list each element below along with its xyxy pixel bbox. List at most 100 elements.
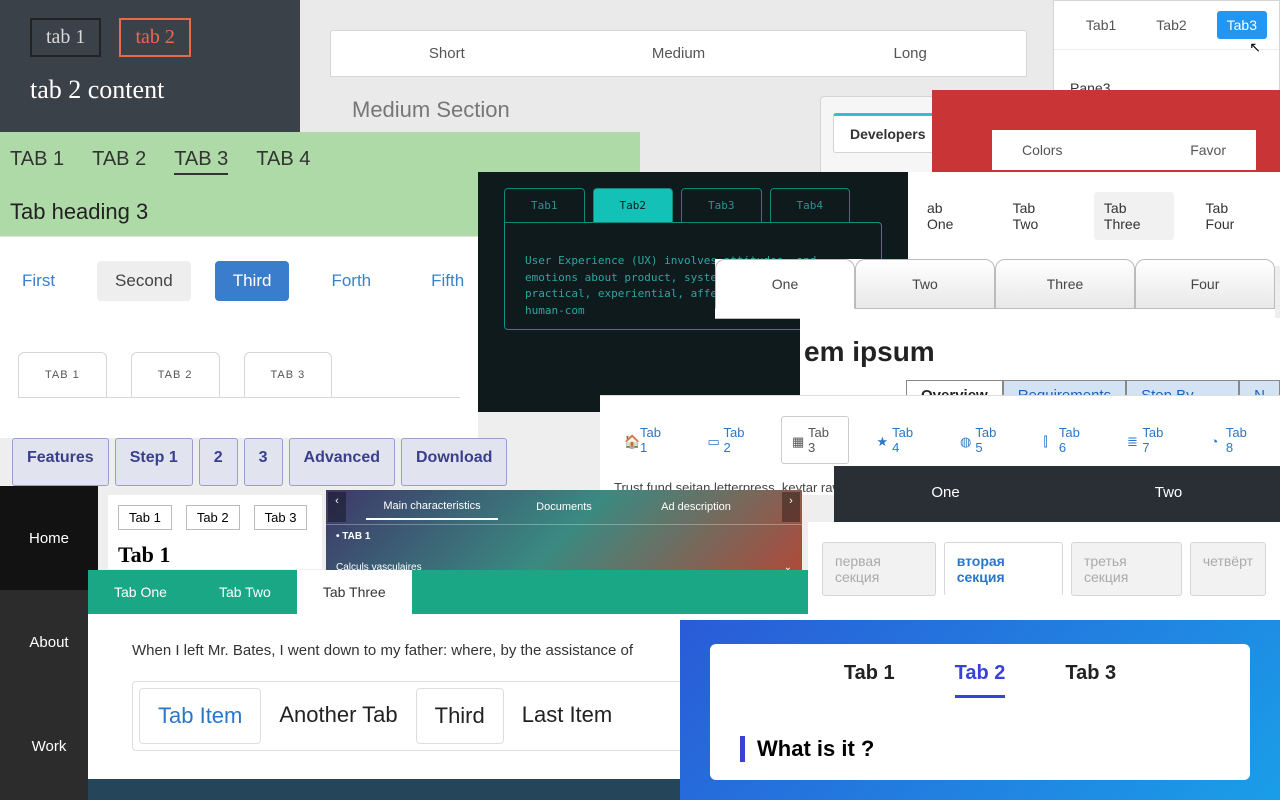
tab[interactable]: TAB 3 [174,148,228,175]
tab[interactable]: TAB 1 [18,352,107,398]
tab[interactable]: TAB 4 [256,148,310,175]
star-icon: ★ [877,434,889,446]
tab[interactable]: Tab One [88,570,193,614]
tab[interactable]: Tab 2 [955,662,1006,698]
tab-step1[interactable]: Step 1 [115,438,193,486]
tab[interactable]: Another Tab [261,688,415,744]
tab[interactable]: Two [855,259,995,309]
tab-advanced[interactable]: Advanced [289,438,395,486]
heading: em ipsum [804,336,1280,368]
tab[interactable]: Tab1 [1076,11,1126,39]
tab-download[interactable]: Download [401,438,507,486]
tab[interactable]: Tab Two [1003,192,1072,240]
vertical-nav: Home About Work [0,486,98,800]
tab-step3[interactable]: 3 [244,438,283,486]
panel-russian: первая секция вторая секция третья секци… [808,522,1280,632]
nav-home[interactable]: Home [0,486,98,590]
tab[interactable]: Tab 3 [1065,662,1116,698]
nav-about[interactable]: About [0,590,98,694]
panel-dark-slate: tab 1 tab 2 tab 2 content [0,0,300,134]
pie-icon: ◔ [1211,434,1222,446]
panel-tab-one-four: ab One Tab Two Tab Three Tab Four Ut eni… [905,172,1280,266]
tab[interactable]: ▭Tab 2 [698,417,764,463]
tab[interactable]: TAB 1 [10,148,64,175]
tab[interactable]: Tab Three [1094,192,1174,240]
tab-content: When I left Mr. Bates, I went down to my… [132,642,764,659]
tab[interactable]: Tab 2 [186,505,240,530]
tab[interactable]: вторая секция [944,542,1063,596]
tab[interactable]: Last Item [504,688,630,744]
panel-overview: em ipsum Overview Requirements Step By S… [800,318,1280,404]
tab[interactable]: Tab 1 [844,662,895,698]
panel-small-plain: Tab 1 Tab 2 Tab 3 Tab 1 [108,495,322,569]
tab-long[interactable]: Long [794,31,1026,76]
tab[interactable]: Tab 3 [254,505,308,530]
tab[interactable]: One [715,259,855,309]
panel-red-colors: Colors Favor [932,90,1280,172]
tab[interactable]: TAB 2 [131,352,220,398]
tab[interactable]: первая секция [822,542,936,596]
tab[interactable]: Tab1 [504,188,585,223]
tab[interactable]: Documents [498,495,630,519]
tab[interactable]: ★Tab 4 [867,417,933,463]
tab[interactable]: Main characteristics [366,494,498,520]
tab[interactable]: Third [215,261,290,301]
tab[interactable]: Two [1057,466,1280,522]
tab[interactable]: 🏠Tab 1 [614,417,680,463]
tab[interactable]: tab 2 [119,18,190,57]
tab[interactable]: TAB 3 [244,352,333,398]
tab[interactable]: Tab3 [681,188,762,223]
tab-favorites[interactable]: Favor [1190,142,1226,158]
tab[interactable]: Tab Item [139,688,261,744]
tab[interactable]: четвёрт [1190,542,1266,596]
tab[interactable]: ▦Tab 3 [781,416,849,464]
heading: What is it ? [740,736,1220,762]
window-icon: ▭ [708,434,720,446]
section-label: • TAB 1 [326,525,802,548]
globe-icon: ◍ [960,434,971,446]
tab[interactable]: Tab4 [770,188,851,223]
tab[interactable]: Tab2 [1146,11,1196,39]
tab[interactable]: ⫿Tab 6 [1034,417,1100,463]
list-icon: ≣ [1127,434,1138,446]
panel-plain-boxes: TAB 1 TAB 2 TAB 3 [0,318,478,438]
panel-pills: First Second Third Forth Fifth Sixth [0,236,478,318]
tab-short[interactable]: Short [331,31,563,76]
tab[interactable]: третья секция [1071,542,1182,596]
tab-content: tab 2 content [30,75,270,105]
tab[interactable]: Four [1135,259,1275,309]
tab[interactable]: Forth [313,261,389,301]
tab-developers[interactable]: Developers [833,113,942,153]
panel-folder-tabs: One Two Three Four [715,259,1275,319]
tab-features[interactable]: Features [12,438,109,486]
tab[interactable]: tab 1 [30,18,101,57]
tab[interactable]: ◔Tab 8 [1201,417,1267,463]
tab[interactable]: ≣Tab 7 [1117,417,1183,463]
tab[interactable]: Third [416,688,504,744]
tab-medium[interactable]: Medium [563,31,795,76]
tab[interactable]: ab One [917,192,981,240]
tab-step2[interactable]: 2 [199,438,238,486]
tab[interactable]: Tab Four [1196,192,1268,240]
tab[interactable]: Tab Two [193,570,297,614]
tab[interactable]: Tab Three [297,570,412,614]
calendar-icon: ▦ [792,434,804,446]
tab[interactable]: Three [995,259,1135,309]
tab-colors[interactable]: Colors [1022,142,1062,158]
tab[interactable]: First [4,261,73,301]
tab[interactable]: Ad description [630,495,762,519]
chevron-right-icon[interactable]: › [782,492,800,522]
chevron-left-icon[interactable]: ‹ [328,492,346,522]
tab[interactable]: Tab2 [593,188,674,223]
panel-blue-gradient: Tab 1 Tab 2 Tab 3 What is it ? [680,620,1280,800]
nav-work[interactable]: Work [0,694,98,798]
tab[interactable]: TAB 2 [92,148,146,175]
home-icon: 🏠 [624,434,636,446]
panel-gradient-characteristics: ‹ Main characteristics Documents Ad desc… [326,490,802,578]
tab[interactable]: Tab3 [1217,11,1267,39]
tab[interactable]: Tab 1 [118,505,172,530]
tab[interactable]: Fifth [413,261,482,301]
tab[interactable]: One [834,466,1057,522]
tab[interactable]: ◍Tab 5 [950,417,1016,463]
tab[interactable]: Second [97,261,191,301]
